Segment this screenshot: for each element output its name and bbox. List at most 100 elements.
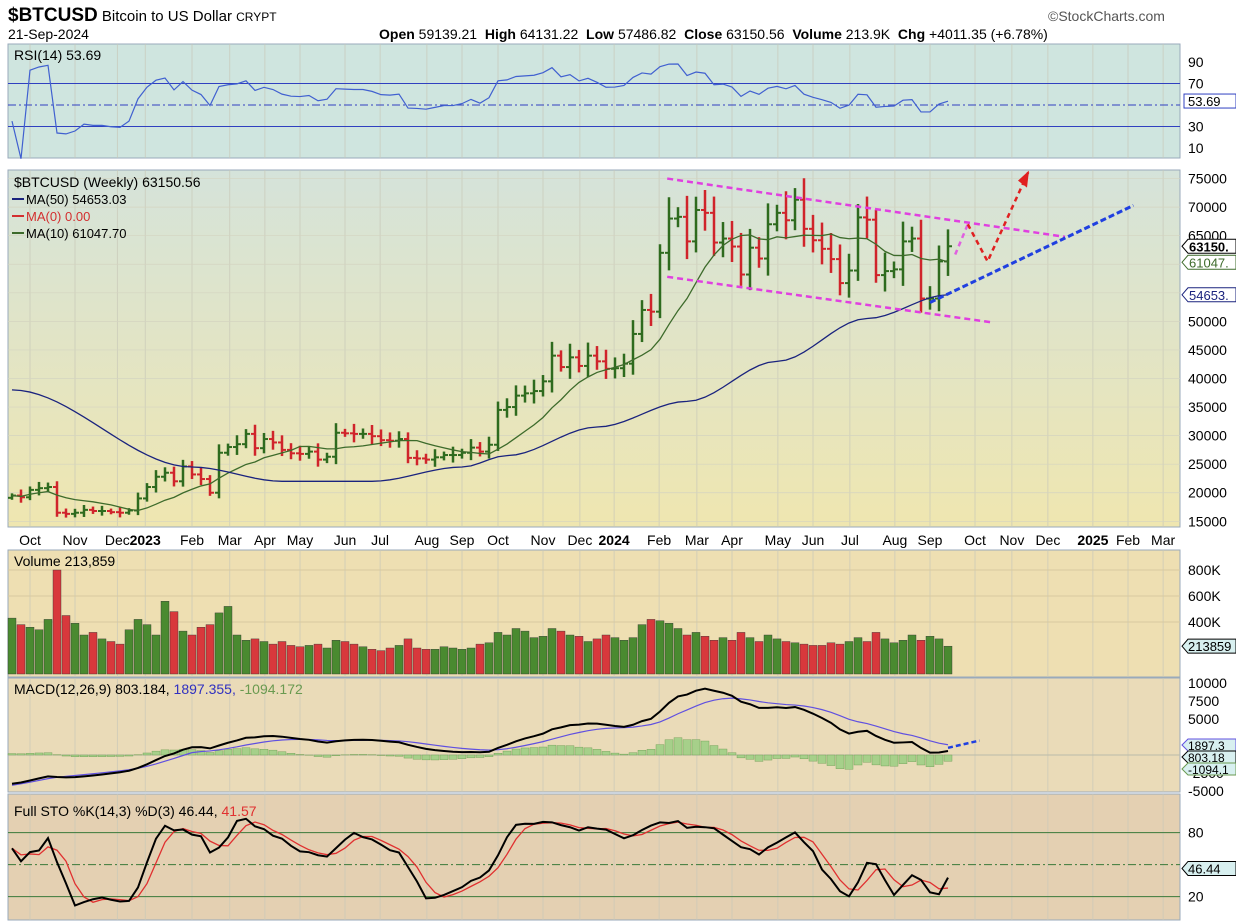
month-tick-label: 2024 — [599, 532, 630, 548]
volume-bar — [925, 636, 935, 675]
month-tick-label: Jul — [371, 532, 389, 548]
macd-histogram-bar — [943, 754, 953, 762]
volume-bar — [646, 619, 656, 675]
macd-histogram-bar — [16, 753, 26, 756]
volume-bar — [664, 623, 674, 675]
sto-tick-label: 80 — [1188, 825, 1204, 841]
macd-histogram-bar — [88, 754, 98, 757]
volume-bar — [610, 637, 620, 675]
macd-histogram-bar — [898, 754, 908, 764]
macd-histogram-bar — [475, 754, 485, 758]
volume-bar — [79, 634, 89, 675]
macd-histogram-bar — [79, 754, 89, 757]
macd-histogram-bar — [538, 746, 548, 756]
volume-bar — [574, 636, 584, 675]
macd-histogram-bar — [97, 754, 107, 757]
month-tick-label: Oct — [964, 532, 986, 548]
macd-histogram-bar — [907, 754, 917, 762]
month-tick-label: May — [765, 532, 791, 548]
rsi-tick-label: 90 — [1188, 54, 1204, 70]
volume-bar — [898, 640, 908, 675]
macd-histogram-bar — [385, 754, 395, 757]
last-value-label: 63150. — [1189, 239, 1229, 254]
macd-tick-label: 10000 — [1188, 675, 1227, 691]
sto-value: 46.44, — [179, 803, 222, 819]
volume-bar — [358, 646, 368, 675]
volume-bar — [214, 612, 224, 675]
month-tick-label: Apr — [721, 532, 743, 548]
macd-histogram-bar — [574, 746, 584, 756]
volume-bar — [52, 569, 62, 675]
macd-histogram-bar — [709, 745, 719, 756]
macd-histogram-bar — [610, 752, 620, 756]
volume-bar — [601, 634, 611, 675]
price-tick-label: 15000 — [1188, 513, 1227, 529]
macd-histogram-bar — [835, 754, 845, 769]
volume-bar — [295, 646, 305, 675]
volume-bar — [223, 606, 233, 675]
macd-histogram-bar — [277, 751, 287, 756]
macd-value: 1897.355, — [174, 681, 240, 697]
rsi-tick-label: 70 — [1188, 76, 1204, 92]
macd-histogram-bar — [556, 745, 566, 756]
macd-histogram-bar — [655, 744, 665, 756]
macd-histogram-bar — [484, 754, 494, 757]
volume-bar — [727, 640, 737, 675]
volume-bar — [835, 643, 845, 675]
price-tick-label: 25000 — [1188, 456, 1227, 472]
volume-bar — [286, 645, 296, 675]
macd-histogram-bar — [871, 754, 881, 766]
volume-bar — [61, 615, 71, 675]
last-value-label: 54653. — [1189, 288, 1229, 303]
volume-bar — [691, 632, 701, 675]
sto-value: 41.57 — [222, 803, 257, 819]
volume-bar — [826, 642, 836, 675]
macd-histogram-bar — [736, 754, 746, 759]
volume-bar — [781, 641, 791, 675]
macd-histogram-bar — [421, 754, 431, 761]
month-tick-label: Jul — [841, 532, 859, 548]
volume-bar — [520, 630, 530, 675]
volume-bar — [241, 640, 251, 675]
volume-bar — [25, 627, 35, 675]
last-value-label: 61047. — [1189, 255, 1229, 270]
macd-histogram-bar — [502, 750, 512, 756]
month-tick-label: Nov — [999, 532, 1024, 548]
macd-histogram-bar — [880, 754, 890, 767]
price-tick-label: 40000 — [1188, 370, 1227, 386]
month-tick-label: Jun — [334, 532, 357, 548]
volume-bar — [133, 619, 143, 675]
volume-bar — [880, 638, 890, 675]
macd-histogram-bar — [205, 752, 215, 756]
macd-histogram-bar — [457, 754, 467, 759]
macd-histogram-bar — [817, 754, 827, 764]
macd-histogram-bar — [214, 750, 224, 756]
volume-bar — [817, 645, 827, 675]
macd-histogram-bar — [7, 753, 17, 756]
macd-histogram-bar — [754, 754, 764, 762]
macd-histogram-bar — [565, 745, 575, 756]
month-tick-label: May — [287, 532, 313, 548]
volume-bar — [853, 637, 863, 675]
volume-bar — [529, 637, 539, 675]
legend-item: MA(10) 61047.70 — [26, 226, 126, 241]
volume-bar — [232, 634, 242, 675]
volume-bar — [484, 642, 494, 675]
macd-tag-label: -1094.1 — [1188, 763, 1229, 777]
chart-svg: Oct Nov Dec 2023 Feb Mar Apr May Jun Jul Aug Sep Oct… — [7, 43, 1236, 921]
volume-bar — [943, 645, 953, 675]
volume-bar — [403, 638, 413, 675]
macd-histogram-bar — [25, 753, 35, 756]
volume-bar — [619, 640, 629, 675]
volume-bar — [583, 641, 593, 675]
price-tick-label: 20000 — [1188, 485, 1227, 501]
macd-histogram-bar — [520, 747, 530, 756]
volume-bar — [502, 634, 512, 675]
macd-tick-label: 5000 — [1188, 711, 1219, 727]
month-tick-label: Aug — [414, 532, 439, 548]
volume-bar — [673, 628, 683, 675]
sto-label: Full STO %K(14,3) %D(3) 46.44, 41.57 — [14, 803, 257, 819]
volume-bar — [142, 624, 152, 675]
macd-histogram-bar — [448, 754, 458, 760]
macd-histogram-bar — [781, 754, 791, 759]
